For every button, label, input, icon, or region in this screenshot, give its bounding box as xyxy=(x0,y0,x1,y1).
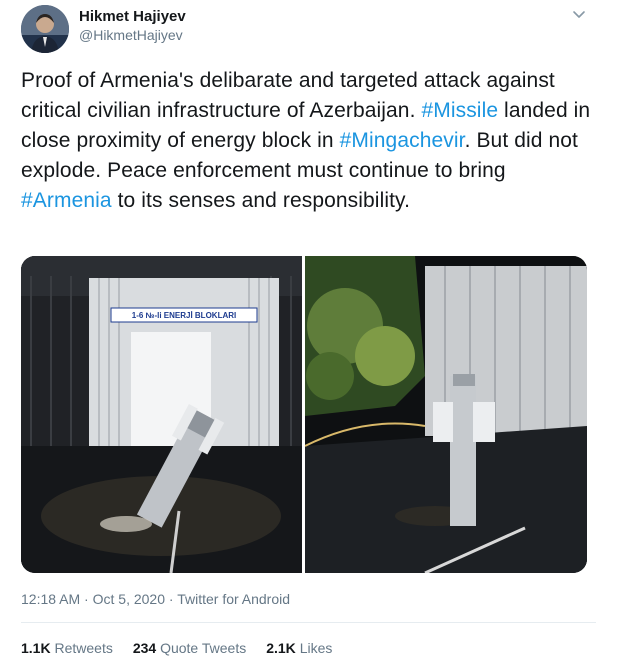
hashtag-link[interactable]: #Armenia xyxy=(21,189,112,212)
building-sign-text: 1-6 №-li ENERJİ BLOKLARI xyxy=(132,311,236,320)
retweets-label: Retweets xyxy=(54,640,113,656)
quotes-label: Quote Tweets xyxy=(160,640,247,656)
tweet-text-segment: to its senses and responsibility. xyxy=(111,189,411,212)
likes-stat[interactable]: 2.1K Likes xyxy=(266,640,332,656)
hashtag-link[interactable]: #Missile xyxy=(421,99,498,122)
quotes-count: 234 xyxy=(132,640,157,656)
tweet-date[interactable]: Oct 5, 2020 xyxy=(93,591,165,607)
tweet-photo-left[interactable]: 1-6 №-li ENERJİ BLOKLARI xyxy=(21,256,302,573)
likes-count: 2.1K xyxy=(266,640,296,656)
chevron-down-icon[interactable] xyxy=(570,8,588,22)
hashtag-link[interactable]: #Mingachevir xyxy=(340,129,465,152)
likes-label: Likes xyxy=(299,640,333,656)
tweet-photo-right[interactable] xyxy=(305,256,587,573)
author-handle[interactable]: @HikmetHajiyev xyxy=(79,27,183,43)
author-name[interactable]: Hikmet Hajiyev xyxy=(79,8,186,25)
tweet-timestamp[interactable]: 12:18 AM · Oct 5, 2020 · Twitter for And… xyxy=(21,591,290,607)
tweet-time[interactable]: 12:18 AM xyxy=(21,591,80,607)
meta-separator: · xyxy=(168,591,174,607)
tweet-text: Proof of Armenia's delibarate and target… xyxy=(21,66,596,216)
tweet-stats: 1.1K Retweets 234 Quote Tweets 2.1K Like… xyxy=(21,640,352,656)
divider xyxy=(21,622,596,623)
quote-tweets-stat[interactable]: 234 Quote Tweets xyxy=(133,640,246,656)
tweet-source[interactable]: Twitter for Android xyxy=(177,591,290,607)
avatar[interactable] xyxy=(21,5,69,53)
retweets-count: 1.1K xyxy=(21,640,51,656)
retweets-stat[interactable]: 1.1K Retweets xyxy=(21,640,113,656)
meta-separator: · xyxy=(84,591,89,607)
